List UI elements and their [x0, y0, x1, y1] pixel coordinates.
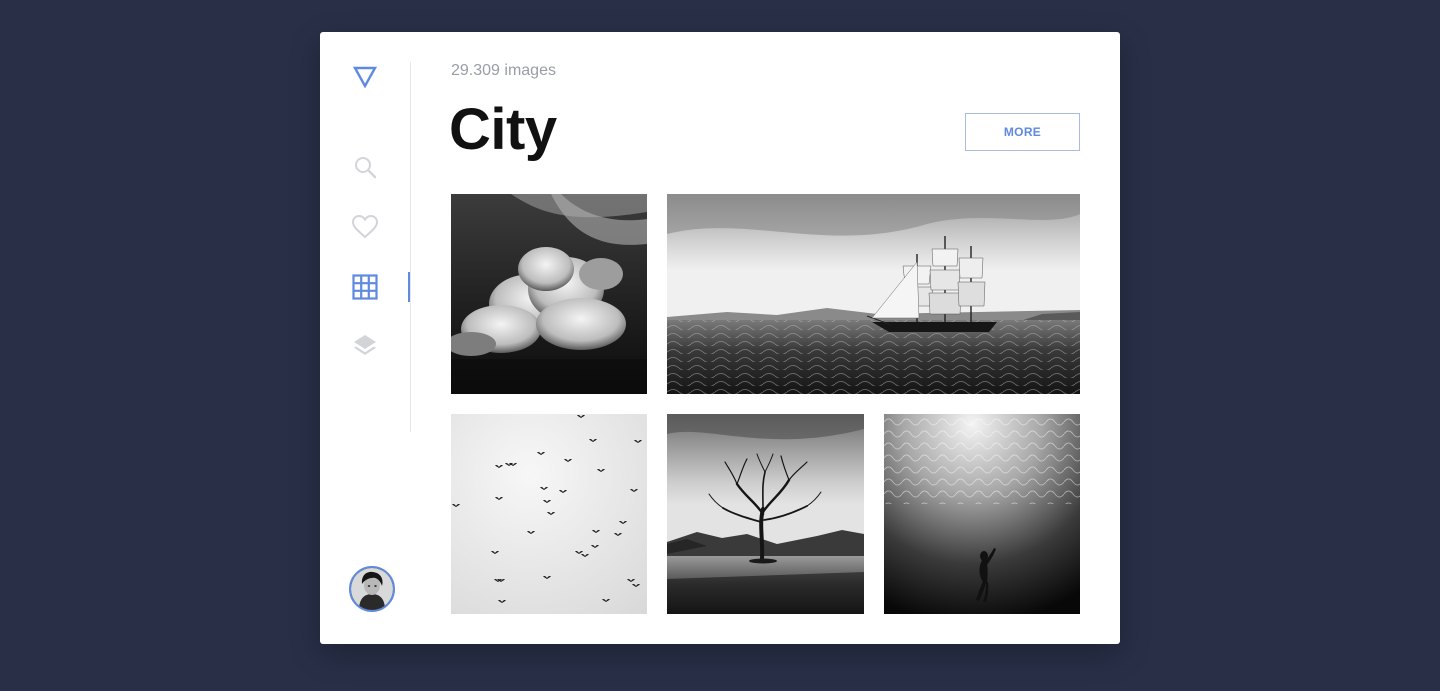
sidebar-divider	[410, 62, 411, 432]
main-content: 29.309 images City MORE	[449, 32, 1080, 644]
grid-icon[interactable]	[351, 273, 379, 301]
photo-underwater-diver[interactable]	[884, 414, 1080, 614]
heart-icon[interactable]	[351, 213, 379, 241]
triangle-logo-icon[interactable]	[351, 63, 379, 91]
search-icon[interactable]	[351, 153, 379, 181]
image-count: 29.309 images	[451, 62, 556, 79]
photo-birds[interactable]	[451, 414, 647, 614]
more-button[interactable]: MORE	[965, 113, 1080, 151]
user-avatar[interactable]	[349, 566, 395, 612]
sidebar	[320, 32, 411, 644]
photo-sailing-ship[interactable]	[667, 194, 1080, 394]
gallery-card: 29.309 images City MORE	[320, 32, 1120, 644]
photo-lone-tree[interactable]	[667, 414, 864, 614]
layers-icon[interactable]	[351, 332, 379, 360]
photo-clouds[interactable]	[451, 194, 647, 394]
page-title: City	[449, 97, 557, 162]
